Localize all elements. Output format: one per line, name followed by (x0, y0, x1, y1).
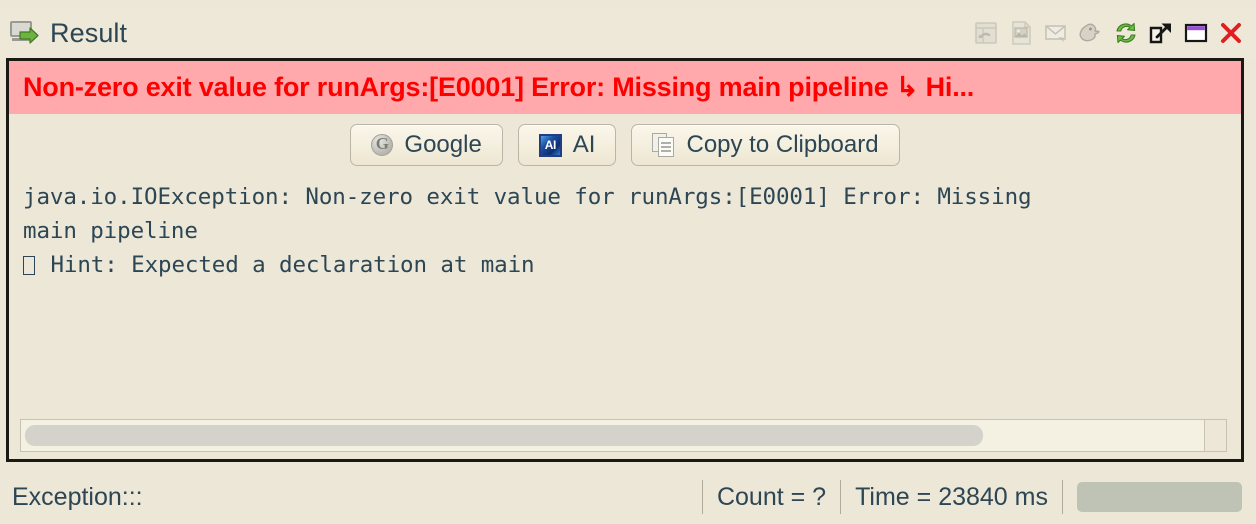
status-count: Count = ? (701, 480, 840, 514)
status-time: Time = 23840 ms (840, 480, 1062, 514)
refresh-arrows-icon[interactable] (1113, 20, 1139, 46)
missing-glyph-icon (23, 256, 35, 275)
restore-window-icon[interactable] (1183, 20, 1209, 46)
titlebar-left: Result (10, 18, 973, 49)
result-window-arrow-icon (10, 20, 40, 46)
google-button-label: Google (404, 131, 482, 158)
mail-envelope-icon[interactable] (1043, 20, 1069, 46)
copy-to-clipboard-button[interactable]: Copy to Clipboard (631, 124, 900, 166)
image-document-icon[interactable] (1008, 20, 1034, 46)
stack-trace-line-3-wrapper: Hint: Expected a declaration at main (23, 248, 1231, 282)
error-banner-text: Non-zero exit value for runArgs:[E0001] … (23, 72, 975, 102)
error-banner: Non-zero exit value for runArgs:[E0001] … (9, 61, 1241, 114)
pop-out-arrow-icon[interactable] (1148, 20, 1174, 46)
window-title: Result (50, 17, 128, 48)
result-panel: Non-zero exit value for runArgs:[E0001] … (6, 58, 1244, 462)
rubber-duck-icon[interactable] (1078, 20, 1104, 46)
titlebar-icon-group (973, 20, 1250, 46)
status-progress-wrapper (1062, 480, 1242, 514)
stack-trace-line-1: java.io.IOException: Non-zero exit value… (23, 184, 1032, 210)
google-icon (371, 133, 394, 156)
ai-icon (538, 133, 562, 157)
status-bar: Exception::: Count = ? Time = 23840 ms (0, 470, 1256, 524)
copy-to-clipboard-button-label: Copy to Clipboard (686, 131, 879, 158)
scrollbar-track[interactable] (20, 419, 1227, 452)
stack-trace-area[interactable]: java.io.IOException: Non-zero exit value… (9, 176, 1241, 413)
scrollbar-thumb[interactable] (25, 425, 983, 446)
google-button[interactable]: Google (350, 124, 503, 166)
close-icon[interactable] (1218, 20, 1244, 46)
action-button-row: Google AI Copy to Clipboard (9, 114, 1241, 176)
horizontal-scrollbar[interactable] (9, 413, 1241, 459)
copy-clipboard-icon (652, 133, 675, 157)
ai-button-label: AI (572, 131, 596, 158)
result-window: Result Non-zero exit value for runArgs:[… (0, 0, 1256, 524)
scrollbar-corner (1204, 420, 1226, 451)
link-sync-icon[interactable] (973, 20, 999, 46)
status-exception-label: Exception::: (12, 482, 143, 511)
stack-trace-line-3: Hint: Expected a declaration at main (37, 252, 535, 278)
window-titlebar: Result (0, 8, 1256, 58)
ai-button[interactable]: AI (517, 124, 617, 166)
stack-trace-line-2: main pipeline (23, 218, 198, 244)
status-progress-bar (1077, 482, 1242, 512)
